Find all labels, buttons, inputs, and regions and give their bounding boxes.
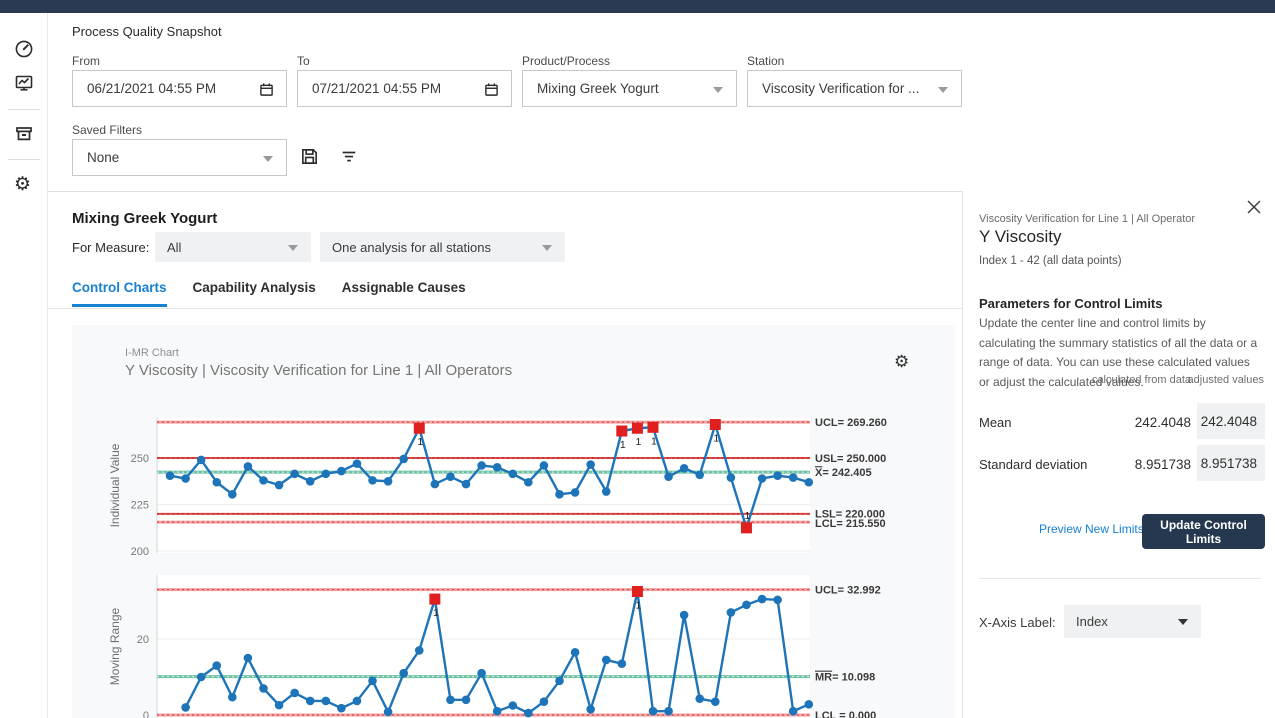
control-limits-panel: Viscosity Verification for Line 1 | All …	[962, 191, 1275, 718]
tab-assignable-causes[interactable]: Assignable Causes	[342, 280, 466, 307]
svg-text:LCL= 215.550: LCL= 215.550	[815, 518, 886, 530]
panel-title: Y Viscosity	[979, 227, 1062, 247]
calendar-icon[interactable]	[259, 82, 274, 97]
tab-control-charts[interactable]: Control Charts	[72, 280, 167, 307]
svg-text:1: 1	[417, 436, 423, 448]
x-axis-value: Index	[1076, 614, 1108, 629]
chart-settings-gear-icon[interactable]: ⚙	[894, 352, 909, 372]
x-axis-label: X-Axis Label:	[979, 615, 1056, 630]
svg-text:Individual Value: Individual Value	[108, 443, 122, 527]
to-label: To	[297, 54, 310, 68]
stddev-calculated-value: 8.951738	[1101, 457, 1191, 472]
product-process-label: Product/Process	[522, 54, 610, 68]
for-measure-label: For Measure:	[72, 240, 149, 255]
product-process-value: Mixing Greek Yogurt	[537, 81, 659, 96]
svg-text:1: 1	[713, 433, 719, 445]
settings-gear-icon[interactable]: ⚙	[14, 175, 34, 195]
from-date-value[interactable]	[73, 71, 286, 106]
measure-select[interactable]: All	[155, 232, 311, 262]
measure-value: All	[167, 240, 181, 255]
svg-text:Moving Range: Moving Range	[108, 607, 122, 685]
saved-filters-label: Saved Filters	[72, 123, 142, 137]
to-date-value[interactable]	[298, 71, 511, 106]
panel-divider	[979, 578, 1261, 579]
chart-type-label: I-MR Chart	[125, 347, 179, 359]
svg-text:X= 242.405: X= 242.405	[815, 467, 872, 479]
chevron-down-icon	[288, 245, 298, 251]
chevron-down-icon	[938, 87, 948, 93]
svg-text:200: 200	[131, 546, 149, 558]
product-heading: Mixing Greek Yogurt	[72, 210, 217, 227]
saved-filters-value: None	[87, 150, 119, 165]
stddev-label: Standard deviation	[979, 457, 1087, 472]
tab-capability-analysis[interactable]: Capability Analysis	[193, 280, 316, 307]
svg-text:1: 1	[433, 607, 439, 619]
x-axis-select[interactable]: Index	[1064, 605, 1201, 638]
to-date-input[interactable]	[297, 70, 512, 107]
from-date-input[interactable]	[72, 70, 287, 107]
calendar-icon[interactable]	[484, 82, 499, 97]
svg-text:1: 1	[651, 435, 657, 447]
chart-title: Y Viscosity | Viscosity Verification for…	[125, 362, 512, 379]
svg-text:LCL = 0.000: LCL = 0.000	[815, 710, 876, 718]
tab-bar: Control Charts Capability Analysis Assig…	[72, 280, 466, 307]
reports-chart-icon[interactable]	[14, 73, 34, 93]
update-control-limits-button[interactable]: Update Control Limits	[1142, 514, 1265, 549]
archive-box-icon[interactable]	[14, 124, 34, 144]
station-label: Station	[747, 54, 784, 68]
preview-new-limits-link[interactable]: Preview New Limits	[1039, 522, 1144, 536]
dashboard-gauge-icon[interactable]	[14, 39, 34, 59]
mean-label: Mean	[979, 415, 1012, 430]
close-icon[interactable]	[1247, 200, 1265, 218]
col-header-calculated: calculated from data	[1091, 373, 1191, 387]
top-navigation-bar	[0, 0, 1275, 13]
panel-subtitle: Viscosity Verification for Line 1 | All …	[979, 213, 1195, 225]
svg-text:UCL= 32.992: UCL= 32.992	[815, 585, 881, 597]
station-select[interactable]: Viscosity Verification for ...	[747, 70, 962, 107]
page-title: Process Quality Snapshot	[72, 24, 222, 39]
sidebar-divider	[8, 109, 40, 110]
save-filter-button[interactable]	[300, 147, 319, 166]
svg-text:1: 1	[745, 510, 751, 522]
svg-text:0: 0	[143, 710, 149, 718]
imr-chart: 200225250UCL= 269.260USL= 250.000X= 242.…	[72, 325, 955, 718]
filter-lines-icon	[340, 148, 358, 166]
station-value: Viscosity Verification for ...	[762, 81, 919, 96]
sidebar: ⚙	[0, 13, 48, 718]
filter-button[interactable]	[340, 148, 358, 166]
svg-text:1: 1	[635, 436, 641, 448]
analysis-select[interactable]: One analysis for all stations	[320, 232, 565, 262]
stddev-adjusted-input[interactable]	[1197, 445, 1265, 481]
params-heading: Parameters for Control Limits	[979, 296, 1163, 311]
stddev-adjusted-field[interactable]	[1197, 445, 1265, 481]
analysis-value: One analysis for all stations	[332, 240, 491, 255]
svg-text:USL= 250.000: USL= 250.000	[815, 453, 886, 465]
product-process-select[interactable]: Mixing Greek Yogurt	[522, 70, 737, 107]
mean-adjusted-field[interactable]	[1197, 403, 1265, 439]
svg-text:1: 1	[635, 600, 641, 612]
tab-divider	[48, 308, 962, 309]
col-header-adjusted: adjusted values	[1184, 373, 1264, 387]
chevron-down-icon	[1178, 619, 1188, 625]
mean-calculated-value: 242.4048	[1101, 415, 1191, 430]
saved-filters-select[interactable]: None	[72, 139, 287, 176]
svg-text:20: 20	[137, 634, 149, 646]
sidebar-divider	[8, 159, 40, 160]
imr-chart-card: 200225250UCL= 269.260USL= 250.000X= 242.…	[72, 325, 955, 718]
save-floppy-icon	[300, 147, 319, 166]
chevron-down-icon	[542, 245, 552, 251]
svg-text:MR= 10.098: MR= 10.098	[815, 672, 875, 684]
mean-adjusted-input[interactable]	[1197, 403, 1265, 439]
chevron-down-icon	[263, 156, 273, 162]
svg-text:250: 250	[131, 453, 149, 465]
svg-text:UCL= 269.260: UCL= 269.260	[815, 417, 887, 429]
svg-text:1: 1	[620, 439, 626, 451]
index-range-text: Index 1 - 42 (all data points)	[979, 255, 1122, 267]
from-label: From	[72, 54, 100, 68]
chevron-down-icon	[713, 87, 723, 93]
svg-text:225: 225	[131, 500, 149, 512]
